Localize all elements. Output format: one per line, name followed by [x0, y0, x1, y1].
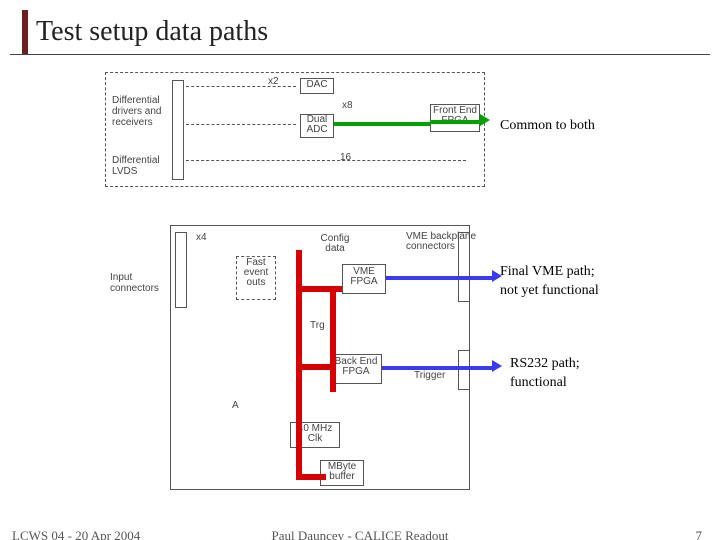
label-trigger: Trigger: [414, 370, 445, 381]
arrow-green-common: [480, 114, 490, 126]
slide-title-bar: Test setup data paths: [22, 10, 268, 54]
label-a: A: [232, 400, 239, 411]
dashline-3: [186, 160, 466, 161]
arrow-green-top: [334, 122, 430, 126]
label-dac: DAC: [300, 79, 334, 90]
path-red-h3: [296, 474, 326, 480]
annot-vme: Final VME path; not yet functional: [500, 264, 599, 300]
annot-vme-line2: not yet functional: [500, 283, 599, 300]
board-group: [170, 225, 470, 490]
footer-center: Paul Dauncey - CALICE Readout: [272, 528, 449, 540]
title-rule: [10, 54, 710, 55]
label-diff-lvds: Differential LVDS: [112, 155, 170, 177]
arrow-blue-rs232: [492, 360, 502, 372]
label-diff-drivers: Differential drivers and receivers: [112, 95, 170, 128]
label-vme-fpga: VME FPGA: [342, 267, 386, 287]
annot-rs232-line2: functional: [510, 375, 580, 392]
label-vme-back: VME backplane connectors: [406, 232, 496, 252]
path-red-vert-2: [330, 292, 336, 392]
footer-left: LCWS 04 - 20 Apr 2004: [12, 528, 140, 540]
path-green-ext: [430, 120, 480, 124]
path-blue-vme: [386, 276, 492, 280]
box-driver-bar: [172, 80, 184, 180]
annot-rs232-line1: RS232 path;: [510, 356, 580, 371]
annot-common-text: Common to both: [500, 118, 595, 133]
annot-vme-line1: Final VME path;: [500, 264, 595, 279]
label-fast-event: Fast event outs: [236, 258, 276, 288]
label-mbuf: MByte buffer: [320, 462, 364, 482]
dashline-2: [186, 124, 296, 125]
box-input-conn: [175, 232, 187, 308]
label-input-conn: Input connectors: [110, 272, 165, 294]
dashline-1: [186, 86, 296, 87]
path-blue-rs232: [382, 366, 492, 370]
annot-rs232: RS232 path; functional: [510, 356, 580, 392]
label-x4: x4: [196, 232, 207, 243]
label-x8: x8: [342, 100, 353, 111]
footer-right: 7: [696, 528, 703, 540]
slide-title: Test setup data paths: [22, 10, 268, 54]
label-trg: Trg: [310, 320, 325, 331]
label-back-fpga: Back End FPGA: [330, 357, 382, 377]
label-config-data: Config data: [314, 234, 356, 254]
annot-common: Common to both: [500, 118, 595, 135]
title-accent: [22, 10, 28, 54]
path-red-h2: [296, 364, 336, 370]
path-red-h1: [296, 286, 342, 292]
label-dual-adc: Dual ADC: [300, 115, 334, 135]
box-trigger: [458, 350, 470, 390]
label-sixteen: 16: [340, 152, 351, 163]
